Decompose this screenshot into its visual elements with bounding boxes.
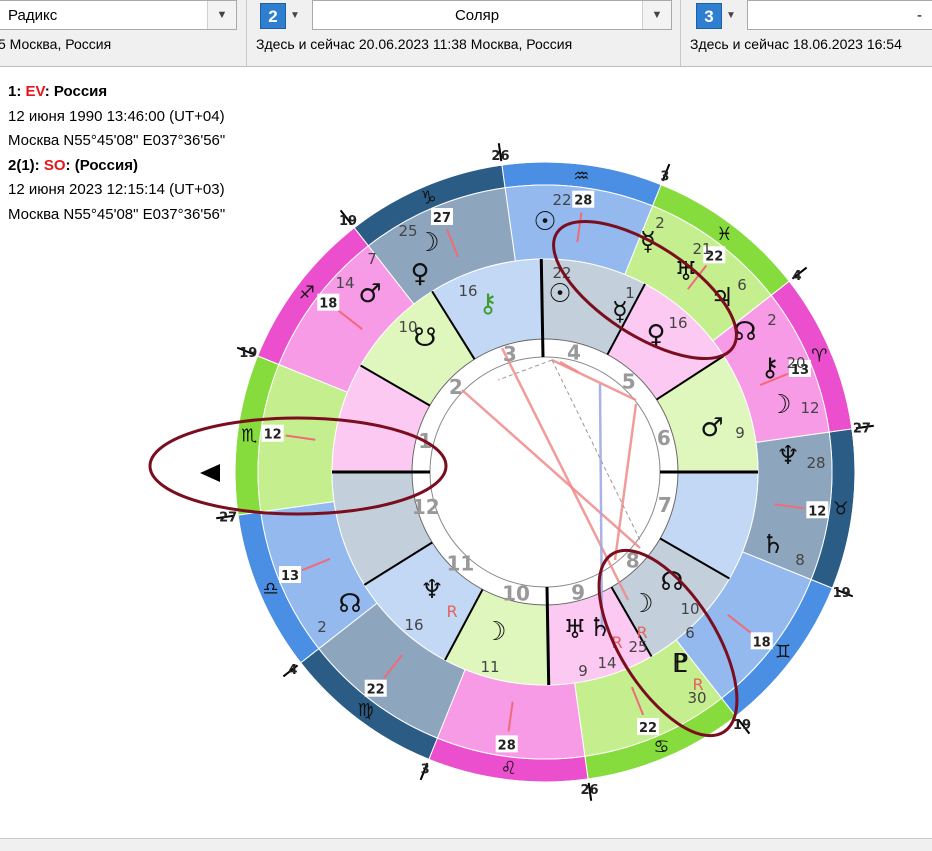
inner-planet-degree: 9 bbox=[578, 662, 588, 680]
outer-planet-glyph: ♄ bbox=[761, 530, 784, 560]
zodiac-glyph: ♈ bbox=[811, 346, 827, 367]
inner-planet-degree: 6 bbox=[685, 624, 695, 642]
outer-planet-glyph: ☊ bbox=[338, 589, 361, 619]
inner-planet-degree: 1 bbox=[625, 284, 635, 302]
inner-degree-label: 12 bbox=[808, 504, 826, 519]
inner-planet-degree: 16 bbox=[458, 282, 477, 300]
outer-planet-glyph: ⚷ bbox=[760, 353, 779, 383]
inner-planet-glyph: ☽ bbox=[483, 617, 506, 647]
outer-degree-label: 19 bbox=[239, 346, 257, 361]
outer-degree-label: 4 bbox=[793, 269, 802, 284]
house-number: 11 bbox=[447, 552, 475, 576]
inner-planet-degree: 16 bbox=[668, 314, 687, 332]
outer-planet-degree: 25 bbox=[398, 222, 417, 240]
horizontal-scrollbar[interactable] bbox=[0, 838, 932, 851]
zodiac-glyph: ♏ bbox=[241, 426, 257, 447]
zodiac-glyph: ♍ bbox=[358, 700, 374, 721]
house-cusp-line bbox=[539, 259, 545, 358]
outer-degree-label: 4 bbox=[288, 663, 297, 678]
house-number: 12 bbox=[412, 495, 440, 519]
house-number: 10 bbox=[502, 582, 530, 606]
outer-degree-label: 27 bbox=[219, 511, 237, 526]
inner-planet-degree: 14 bbox=[597, 654, 616, 672]
house-number: 2 bbox=[449, 375, 463, 399]
inner-planet-glyph: ♆ bbox=[420, 575, 443, 605]
zodiac-glyph: ♊ bbox=[775, 641, 791, 662]
inner-planet-glyph: ⚷ bbox=[478, 289, 497, 319]
house-number: 9 bbox=[571, 580, 585, 604]
outer-planet-degree: 7 bbox=[367, 250, 377, 268]
inner-planet-glyph: ☽ bbox=[630, 589, 653, 619]
outer-planet-glyph: ☉ bbox=[533, 207, 556, 237]
outer-planet-degree: 14 bbox=[335, 274, 354, 292]
zodiac-glyph: ♒ bbox=[573, 166, 589, 187]
outer-planet-glyph: ♆ bbox=[776, 441, 799, 471]
outer-planet-degree: 28 bbox=[806, 454, 825, 472]
zodiac-glyph: ♑ bbox=[420, 188, 436, 209]
inner-planet-degree: 11 bbox=[480, 658, 499, 676]
ascendant-arrow-icon bbox=[200, 464, 220, 482]
outer-planet-degree: 2 bbox=[655, 214, 665, 232]
inner-planet-glyph: ♅ bbox=[563, 615, 586, 645]
outer-planet-degree: 22 bbox=[552, 191, 571, 209]
outer-degree-label: 27 bbox=[853, 421, 871, 436]
inner-degree-label: 22 bbox=[639, 721, 657, 736]
house-number: 4 bbox=[567, 340, 581, 364]
outer-planet-degree: 2 bbox=[767, 311, 777, 329]
house-number: 7 bbox=[658, 493, 672, 517]
outer-planet-glyph: ☽ bbox=[768, 390, 791, 420]
inner-degree-label: 22 bbox=[367, 683, 385, 698]
outer-degree-label: 19 bbox=[733, 718, 751, 733]
inner-planet-degree: 16 bbox=[404, 616, 423, 634]
inner-planet-degree: 10 bbox=[680, 600, 699, 618]
retrograde-marker: R bbox=[692, 675, 703, 694]
inner-degree-label: 18 bbox=[753, 635, 771, 650]
outer-planet-glyph: ♂ bbox=[358, 279, 381, 309]
zodiac-glyph: ♋ bbox=[653, 736, 669, 757]
outer-degree-label: 19 bbox=[833, 586, 851, 601]
inner-planet-degree: 10 bbox=[398, 318, 417, 336]
house-number: 6 bbox=[657, 426, 671, 450]
inner-planet-glyph: ☉ bbox=[548, 279, 571, 309]
outer-planet-degree: 6 bbox=[737, 276, 747, 294]
outer-planet-glyph: ♀ bbox=[410, 259, 429, 289]
outer-planet-glyph: ☽ bbox=[416, 228, 439, 258]
inner-planet-glyph: ♂ bbox=[700, 413, 723, 443]
inner-planet-degree: 9 bbox=[735, 424, 745, 442]
outer-degree-label: 3 bbox=[421, 763, 430, 778]
outer-degree-label: 26 bbox=[580, 783, 598, 798]
outer-planet-degree: 2 bbox=[317, 618, 327, 636]
outer-planet-degree: 21 bbox=[692, 240, 711, 258]
outer-degree-label: 3 bbox=[660, 169, 669, 184]
outer-planet-degree: 8 bbox=[795, 551, 805, 569]
inner-degree-label: 28 bbox=[574, 194, 592, 209]
outer-degree-label: 26 bbox=[491, 149, 509, 164]
outer-planet-degree: 12 bbox=[800, 399, 819, 417]
zodiac-glyph: ♎ bbox=[263, 578, 279, 599]
inner-degree-label: 28 bbox=[498, 738, 516, 753]
inner-degree-label: 13 bbox=[281, 569, 299, 584]
zodiac-glyph: ♐ bbox=[299, 283, 315, 304]
zodiac-glyph: ♌ bbox=[501, 758, 517, 779]
inner-degree-label: 12 bbox=[264, 428, 282, 443]
inner-degree-label: 18 bbox=[319, 297, 337, 312]
outer-planet-degree: 20 bbox=[786, 354, 805, 372]
house-cusp-line bbox=[545, 586, 551, 685]
astrology-chart-wheel[interactable]: ♋♊♉♈♓♒♑♐♏♎♍♌2619192743261919274322181213… bbox=[0, 0, 932, 850]
retrograde-marker: R bbox=[636, 623, 647, 642]
house-number: 5 bbox=[622, 370, 636, 394]
inner-degree-label: 27 bbox=[433, 211, 451, 226]
house-number: 3 bbox=[503, 342, 517, 366]
zodiac-glyph: ♉ bbox=[833, 498, 849, 519]
retrograde-marker: R bbox=[446, 602, 457, 621]
inner-planet-glyph: ♇ bbox=[670, 649, 693, 679]
zodiac-glyph: ♓ bbox=[716, 224, 732, 245]
outer-degree-label: 19 bbox=[339, 214, 357, 229]
